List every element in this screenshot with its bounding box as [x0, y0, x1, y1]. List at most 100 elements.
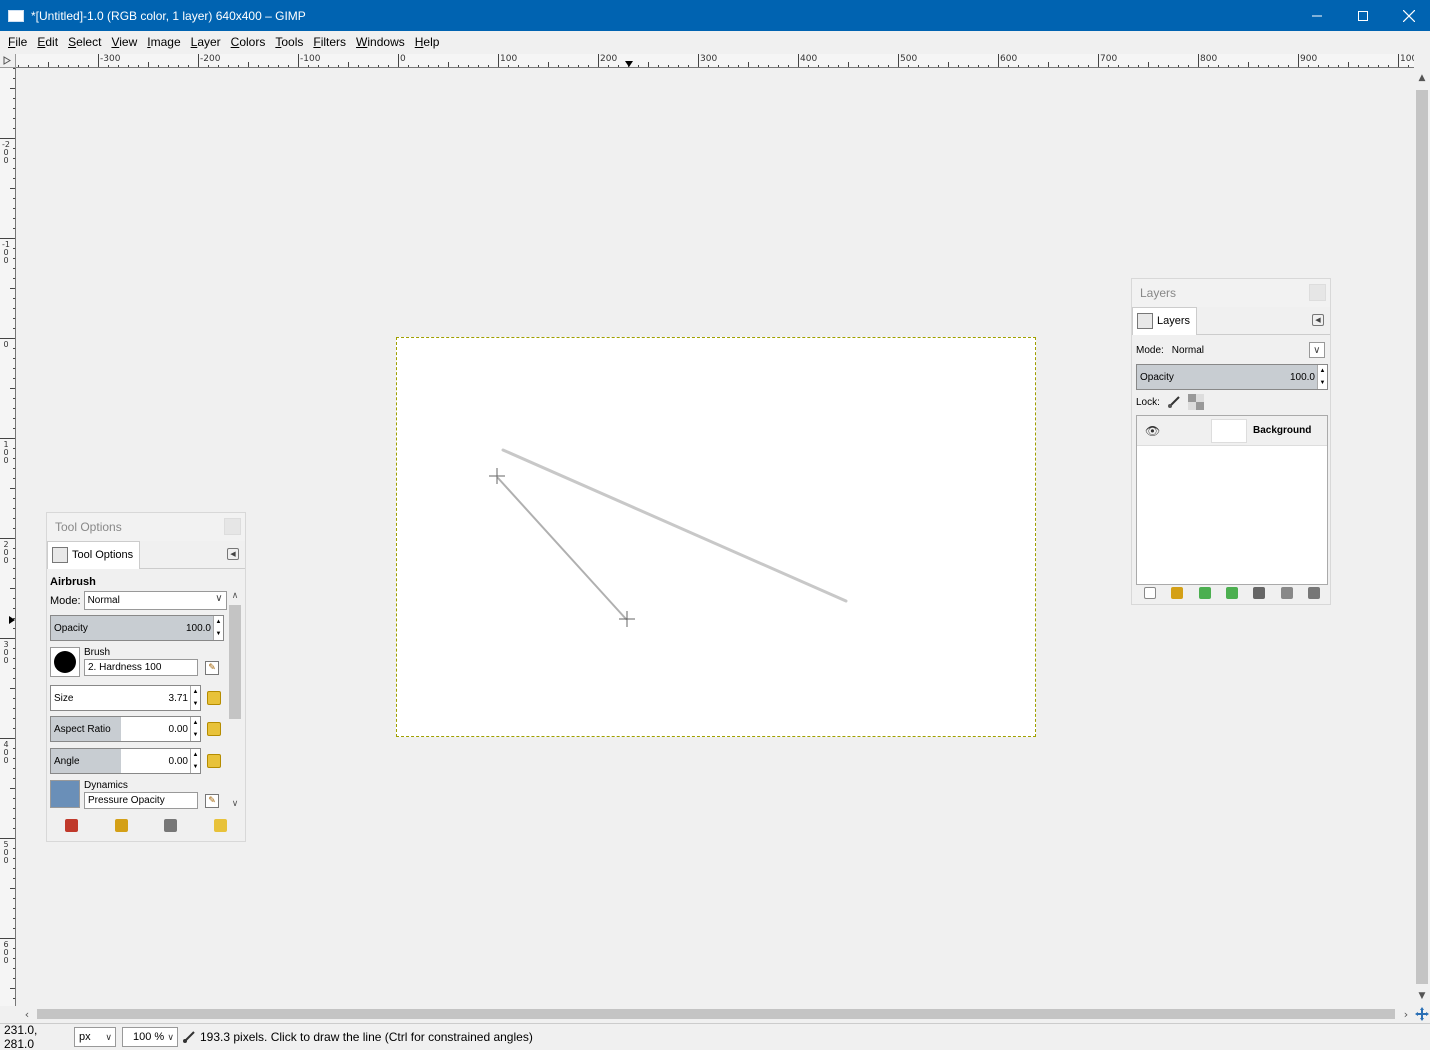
mode-combo[interactable]: Normal ∨ [83, 591, 227, 610]
ruler-tick [13, 178, 15, 179]
save-preset-icon[interactable] [65, 819, 79, 832]
ruler-corner[interactable] [0, 54, 16, 68]
scroll-down-icon[interactable]: ▼ [1414, 988, 1430, 1004]
horizontal-ruler[interactable]: -300 -200 -100 0 100 200 300 400 500 600 700 800 900… [16, 54, 1414, 68]
layer-opacity-spinner[interactable]: ▲ ▼ [1317, 365, 1327, 389]
tab-menu-icon[interactable]: ◀ [227, 548, 239, 560]
restore-preset-icon[interactable] [114, 819, 128, 832]
dock-close-button[interactable] [1309, 284, 1326, 301]
tab-tool-options[interactable]: Tool Options [47, 540, 141, 569]
ruler-tick [1108, 65, 1109, 67]
image-canvas[interactable] [396, 337, 1036, 737]
layers-dock-title: Layers [1140, 286, 1177, 300]
tab-tool-options-label: Tool Options [72, 549, 134, 561]
reset-size-icon[interactable] [207, 691, 221, 705]
ruler-tick [13, 548, 15, 549]
close-button[interactable] [1386, 0, 1430, 31]
unit-selector[interactable]: px ∨ [74, 1027, 116, 1047]
scroll-up-icon[interactable]: ▲ [1414, 70, 1430, 86]
ruler-tick [13, 898, 15, 899]
ruler-tick [13, 708, 15, 709]
menu-edit[interactable]: Edit [32, 35, 63, 49]
menu-tools[interactable]: Tools [270, 35, 308, 49]
menu-view[interactable]: View [106, 35, 142, 49]
menu-windows[interactable]: Windows [351, 35, 410, 49]
brush-preview[interactable] [50, 647, 80, 677]
tool-options-dock-title-bar[interactable]: Tool Options [47, 513, 245, 541]
scroll-right-icon[interactable]: › [1398, 1006, 1414, 1022]
horizontal-scrollbar[interactable]: ‹ › [17, 1006, 1414, 1022]
menu-filters[interactable]: Filters [308, 35, 351, 49]
menu-image[interactable]: Image [142, 35, 185, 49]
tool-options-scrollbar[interactable]: ∧ ∨ [228, 591, 242, 813]
delete-layer-icon[interactable] [1308, 587, 1321, 599]
size-slider[interactable]: Size 3.71 ▲ ▼ [50, 685, 201, 711]
aspect-ratio-slider[interactable]: Aspect Ratio 0.00 ▲ ▼ [50, 716, 201, 742]
layer-opacity-slider[interactable]: Opacity 100.0 ▲ ▼ [1136, 364, 1328, 390]
ruler-tick [13, 68, 15, 69]
new-layer-group-icon[interactable] [1171, 587, 1184, 599]
ruler-tick [418, 65, 419, 67]
ruler-tick [13, 278, 15, 279]
ruler-tick [1058, 65, 1059, 67]
delete-preset-icon[interactable] [164, 819, 178, 832]
layers-mode-combo[interactable]: Normal ∨ [1168, 341, 1325, 360]
lock-alpha-icon[interactable] [1187, 394, 1204, 410]
layers-dock-title-bar[interactable]: Layers [1132, 279, 1330, 307]
ruler-tick [13, 128, 15, 129]
aspect-ratio-spinner[interactable]: ▲ ▼ [190, 717, 200, 741]
visibility-eye-icon[interactable]: 👁 [1145, 425, 1160, 437]
brush-name-field[interactable]: 2. Hardness 100 [84, 659, 198, 676]
lock-pixels-icon[interactable] [1166, 394, 1182, 410]
dynamics-preview[interactable] [50, 780, 80, 808]
zoom-selector[interactable]: 100 % ∨ [122, 1027, 178, 1047]
vertical-scroll-thumb[interactable] [1416, 90, 1428, 984]
angle-slider[interactable]: Angle 0.00 ▲ ▼ [50, 748, 201, 774]
scroll-down-icon[interactable]: ∨ [228, 799, 242, 809]
tab-layers[interactable]: Layers [1132, 306, 1198, 335]
vertical-ruler[interactable]: -200 -100 0 100 200 300 400 500 600 [0, 68, 16, 1006]
horizontal-scroll-thumb[interactable] [37, 1009, 1395, 1019]
opacity-spinner[interactable]: ▲ ▼ [213, 616, 223, 640]
dynamics-name-field[interactable]: Pressure Opacity [84, 792, 198, 809]
menu-colors[interactable]: Colors [226, 35, 271, 49]
ruler-tick [0, 338, 15, 339]
navigate-button[interactable] [1414, 1006, 1430, 1022]
ruler-tick [1258, 65, 1259, 67]
ruler-tick [13, 758, 15, 759]
duplicate-layer-icon[interactable] [1253, 587, 1266, 599]
reset-angle-icon[interactable] [207, 754, 221, 768]
reset-aspect-ratio-icon[interactable] [207, 722, 221, 736]
maximize-button[interactable] [1340, 0, 1386, 31]
ruler-tick [888, 65, 889, 67]
tool-options-scroll-thumb[interactable] [229, 605, 241, 719]
ruler-tick [1068, 65, 1069, 67]
dock-close-button[interactable] [224, 518, 241, 535]
menu-help[interactable]: Help [410, 35, 445, 49]
vertical-scrollbar[interactable]: ▲ ▼ [1414, 68, 1430, 1006]
anchor-layer-icon[interactable] [1280, 587, 1293, 599]
reset-tool-icon[interactable] [213, 819, 227, 832]
chevron-down-icon: ∨ [167, 1031, 174, 1042]
edit-brush-icon[interactable]: ✎ [205, 661, 219, 675]
angle-spinner[interactable]: ▲ ▼ [190, 749, 200, 773]
scroll-up-icon[interactable]: ∧ [228, 591, 242, 601]
ruler-tick [898, 54, 899, 67]
menu-layer[interactable]: Layer [186, 35, 226, 49]
opacity-slider[interactable]: Opacity 100.0 ▲ ▼ [50, 615, 224, 641]
raise-layer-icon[interactable] [1198, 587, 1211, 599]
menu-file[interactable]: File [3, 35, 32, 49]
edit-dynamics-icon[interactable]: ✎ [205, 794, 219, 808]
ruler-tick [998, 54, 999, 67]
scroll-left-icon[interactable]: ‹ [19, 1006, 35, 1022]
menu-select[interactable]: Select [63, 35, 106, 49]
minimize-button[interactable] [1294, 0, 1340, 31]
ruler-tick [478, 65, 479, 67]
new-layer-icon[interactable] [1143, 587, 1156, 599]
size-spinner[interactable]: ▲ ▼ [190, 686, 200, 710]
ruler-tick [1338, 65, 1339, 67]
ruler-tick [0, 138, 15, 139]
tab-menu-icon[interactable]: ◀ [1312, 314, 1324, 326]
lower-layer-icon[interactable] [1225, 587, 1238, 599]
layer-row[interactable]: 👁 Background [1137, 416, 1327, 446]
